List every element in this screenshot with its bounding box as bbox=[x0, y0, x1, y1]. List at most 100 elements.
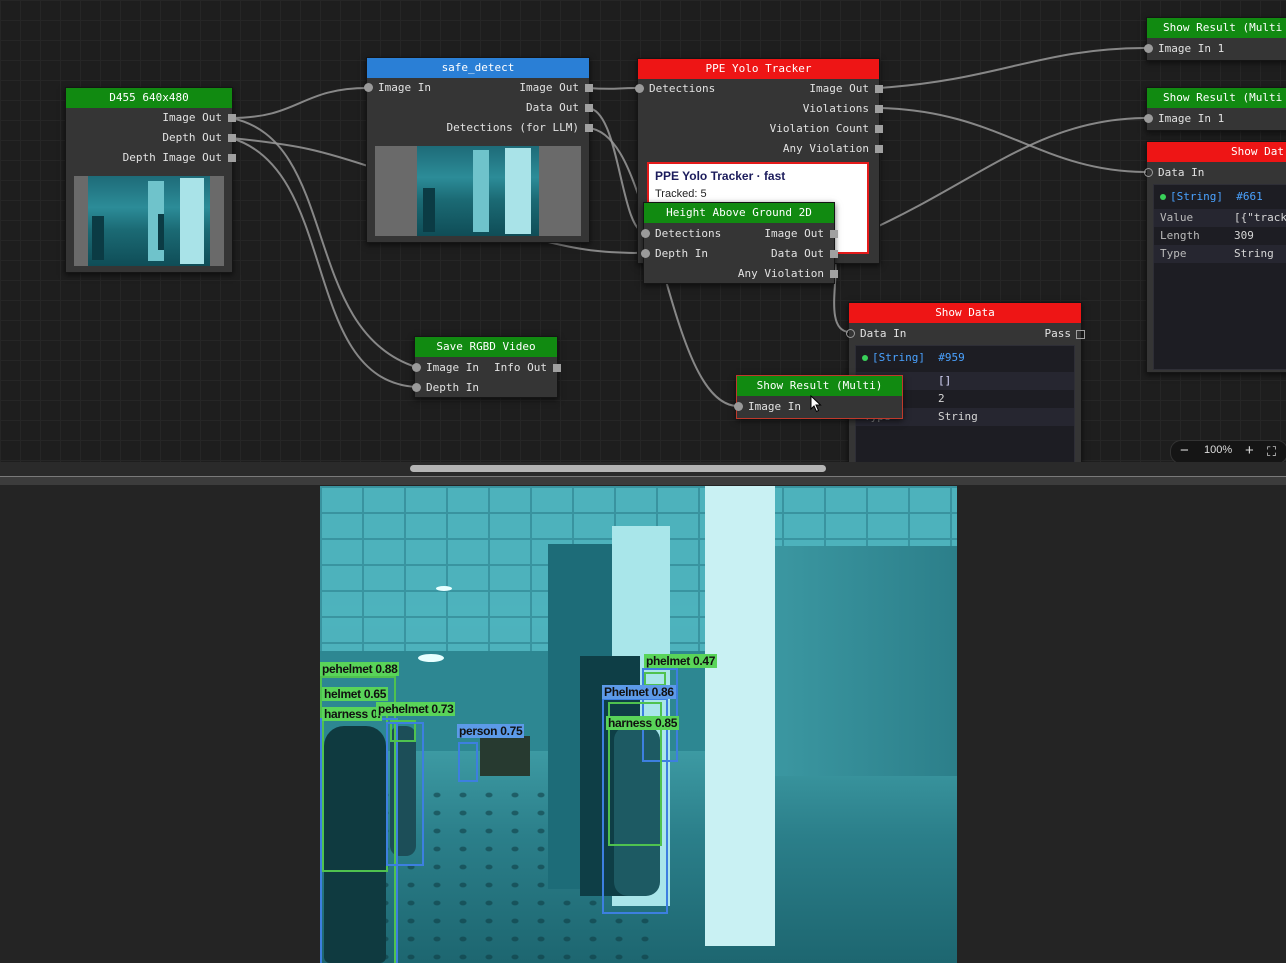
input-image-in[interactable]: Image In bbox=[412, 361, 479, 375]
node-title: Show Result (Multi) bbox=[737, 376, 902, 396]
camera-result-image: pehelmet 0.88 helmet 0.65 harness 0. peh… bbox=[320, 486, 957, 963]
zoom-out-button[interactable]: − bbox=[1180, 442, 1189, 459]
mouse-cursor-icon bbox=[810, 395, 822, 413]
output-pass[interactable]: Pass bbox=[1045, 327, 1085, 341]
input-socket[interactable] bbox=[846, 329, 855, 338]
node-title: Save RGBD Video bbox=[415, 337, 557, 357]
output-any-violation[interactable]: Any Violation bbox=[738, 267, 838, 281]
zoom-level: 100% bbox=[1204, 444, 1233, 456]
output-depth-image-out[interactable]: Depth Image Out bbox=[123, 151, 236, 165]
output-data-out[interactable]: Data Out bbox=[526, 101, 593, 115]
output-image-out[interactable]: Image Out bbox=[764, 227, 838, 241]
string-badge: [String] #661 bbox=[1160, 190, 1263, 203]
detection-label: harness 0. bbox=[322, 707, 383, 721]
show-result-multi-node-top[interactable]: Show Result (Multi Image In 1 bbox=[1144, 17, 1286, 61]
status-dot-icon bbox=[1160, 194, 1166, 200]
node-graph-canvas[interactable]: D455 640x480 Image Out Depth Out Depth I… bbox=[0, 0, 1286, 476]
node-title: PPE Yolo Tracker bbox=[638, 59, 879, 79]
input-depth-in[interactable]: Depth In bbox=[412, 381, 479, 395]
detection-preview-thumbnail bbox=[375, 146, 581, 236]
tooltip-tracked: Tracked: 5 bbox=[655, 188, 707, 200]
ceiling-light bbox=[436, 586, 452, 591]
output-info-out[interactable]: Info Out bbox=[494, 361, 561, 375]
height-above-ground-node[interactable]: Height Above Ground 2D Detections Depth … bbox=[641, 202, 838, 284]
output-socket[interactable] bbox=[875, 145, 883, 153]
detection-box bbox=[386, 722, 424, 866]
detection-label: person 0.75 bbox=[457, 724, 525, 738]
output-socket[interactable] bbox=[228, 134, 236, 142]
data-row: TypeString bbox=[1154, 245, 1286, 263]
output-socket[interactable] bbox=[830, 230, 838, 238]
input-socket[interactable] bbox=[1144, 44, 1153, 53]
detection-label: helmet 0.65 bbox=[322, 687, 389, 701]
node-title: safe_detect bbox=[367, 58, 589, 78]
input-image-in[interactable]: Image In bbox=[364, 81, 431, 95]
input-socket[interactable] bbox=[364, 83, 373, 92]
scrollbar-thumb[interactable] bbox=[410, 465, 826, 472]
input-detections[interactable]: Detections bbox=[635, 82, 715, 96]
output-violation-count[interactable]: Violation Count bbox=[770, 122, 883, 136]
safe-detect-node[interactable]: safe_detect Image In Image Out Data Out … bbox=[364, 57, 593, 243]
output-socket[interactable] bbox=[228, 154, 236, 162]
node-title: Show Result (Multi bbox=[1147, 88, 1286, 108]
output-socket[interactable] bbox=[585, 104, 593, 112]
detection-box bbox=[458, 742, 478, 782]
input-socket[interactable] bbox=[412, 383, 421, 392]
input-socket[interactable] bbox=[1144, 168, 1153, 177]
output-socket[interactable] bbox=[875, 125, 883, 133]
output-socket[interactable] bbox=[875, 105, 883, 113]
output-data-out[interactable]: Data Out bbox=[771, 247, 838, 261]
node-title: Show Dat bbox=[1147, 142, 1286, 162]
input-image-in-1[interactable]: Image In 1 bbox=[1144, 112, 1224, 126]
input-data-in[interactable]: Data In bbox=[846, 327, 906, 341]
output-image-out[interactable]: Image Out bbox=[519, 81, 593, 95]
right-panel bbox=[705, 486, 775, 946]
show-result-multi-node-second[interactable]: Show Result (Multi Image In 1 bbox=[1144, 87, 1286, 131]
data-inspector-panel: [String] #661 Value [{"track Length 309 Ty… bbox=[1153, 184, 1286, 370]
input-socket[interactable] bbox=[635, 84, 644, 93]
ceiling-light bbox=[418, 654, 444, 662]
output-socket[interactable] bbox=[1076, 330, 1085, 339]
input-socket[interactable] bbox=[1144, 114, 1153, 123]
zoom-controls: − 100% + ⛶ bbox=[1170, 440, 1286, 464]
fit-view-icon[interactable]: ⛶ bbox=[1267, 444, 1276, 460]
input-depth-in[interactable]: Depth In bbox=[641, 247, 708, 261]
output-violations[interactable]: Violations bbox=[803, 102, 883, 116]
output-image-out[interactable]: Image Out bbox=[809, 82, 883, 96]
output-depth-out[interactable]: Depth Out bbox=[162, 131, 236, 145]
data-row: Value [{"track bbox=[1154, 209, 1286, 227]
save-rgbd-video-node[interactable]: Save RGBD Video Image In Depth In Info O… bbox=[412, 336, 561, 398]
input-socket[interactable] bbox=[734, 402, 743, 411]
node-title: Height Above Ground 2D bbox=[644, 203, 834, 223]
input-socket[interactable] bbox=[641, 249, 650, 258]
output-socket[interactable] bbox=[553, 364, 561, 372]
zoom-in-button[interactable]: + bbox=[1245, 442, 1254, 459]
detection-label: Phelmet 0.86 bbox=[602, 685, 676, 699]
input-detections[interactable]: Detections bbox=[641, 227, 721, 241]
output-socket[interactable] bbox=[585, 84, 593, 92]
output-socket[interactable] bbox=[585, 124, 593, 132]
vehicle bbox=[480, 736, 530, 776]
input-data-in[interactable]: Data In bbox=[1144, 166, 1204, 180]
status-dot-icon bbox=[862, 355, 868, 361]
detection-label: pehelmet 0.88 bbox=[320, 662, 400, 676]
show-data-node-right[interactable]: Show Dat Data In [String] #661 Value [{"t… bbox=[1144, 141, 1286, 373]
node-title: Show Result (Multi bbox=[1147, 18, 1286, 38]
data-row: Length 309 bbox=[1160, 229, 1254, 242]
string-badge: [String] #959 bbox=[862, 351, 965, 364]
d455-camera-node[interactable]: D455 640x480 Image Out Depth Out Depth I… bbox=[65, 87, 236, 273]
output-any-violation[interactable]: Any Violation bbox=[783, 142, 883, 156]
input-socket[interactable] bbox=[412, 363, 421, 372]
camera-preview-thumbnail bbox=[74, 176, 224, 266]
detection-label: harness 0.85 bbox=[606, 716, 680, 730]
input-socket[interactable] bbox=[641, 229, 650, 238]
output-image-out[interactable]: Image Out bbox=[162, 111, 236, 125]
output-detections-llm[interactable]: Detections (for LLM) bbox=[447, 121, 593, 135]
output-socket[interactable] bbox=[830, 270, 838, 278]
output-socket[interactable] bbox=[830, 250, 838, 258]
output-socket[interactable] bbox=[875, 85, 883, 93]
input-image-in-1[interactable]: Image In 1 bbox=[1144, 42, 1224, 56]
input-image-in[interactable]: Image In bbox=[734, 400, 801, 414]
output-socket[interactable] bbox=[228, 114, 236, 122]
node-title: Show Data bbox=[849, 303, 1081, 323]
